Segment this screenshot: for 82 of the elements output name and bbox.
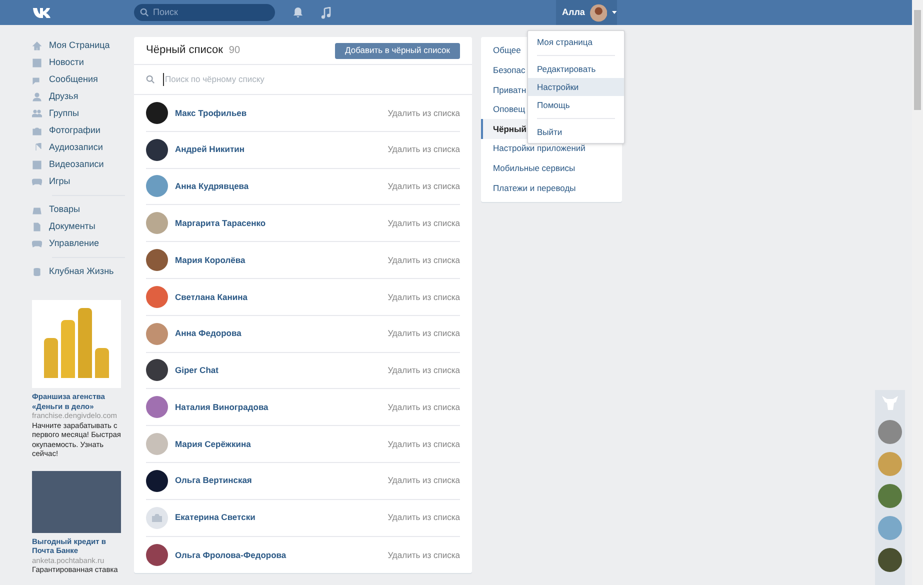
remove-link[interactable]: Удалить из списка [388, 254, 460, 266]
nav-link[interactable]: Моя Страница [49, 38, 110, 52]
nav-link[interactable]: Видеозаписи [49, 158, 104, 172]
user-name-link[interactable]: Анна Кудрявцева [175, 180, 381, 193]
user-name-link[interactable]: Макс Трофильев [175, 106, 381, 120]
count: 90 [228, 44, 240, 58]
search-icon [146, 75, 155, 84]
user-name-link[interactable]: Анна Федорова [175, 327, 381, 340]
nav-link[interactable]: Товары [49, 202, 80, 216]
remove-link[interactable]: Удалить из списка [388, 548, 460, 562]
user-name-link[interactable]: Андрей Никитин [175, 143, 381, 156]
people-icon [32, 108, 42, 118]
search-input[interactable]: Поиск [153, 6, 263, 20]
nav-link[interactable]: Клубная Жизнь [49, 264, 114, 278]
nav-link[interactable]: Группы [49, 106, 79, 120]
nav-link[interactable]: Игры [49, 174, 70, 188]
user-name-link[interactable]: Ольга Фролова-Федорова [175, 548, 381, 562]
add-to-blacklist-button[interactable]: Добавить в чёрный список [335, 42, 460, 58]
gamepad-icon [32, 238, 42, 248]
blacklist-search-input[interactable]: Поиск по чёрному списку [163, 73, 413, 86]
user-name-link[interactable]: Мария Серёжкина [175, 438, 381, 450]
document-icon [32, 222, 42, 232]
dropdown-item[interactable]: Настройки [528, 78, 624, 96]
profile-button[interactable]: Алла [556, 0, 617, 25]
dropdown-item[interactable]: Редактировать [528, 60, 624, 78]
avatar-placeholder[interactable] [146, 506, 168, 529]
settings-menu-item[interactable]: Мобильные сервисы [481, 158, 622, 178]
settings-menu-item[interactable]: Платежи и переводы [481, 178, 622, 198]
nav-link[interactable]: Управление [49, 236, 100, 250]
scrollbar-thumb[interactable] [914, 10, 921, 110]
house-icon [32, 40, 42, 50]
remove-link[interactable]: Удалить из списка [388, 143, 460, 156]
avatar[interactable] [146, 470, 168, 492]
avatar[interactable] [146, 359, 168, 382]
contact-avatar[interactable] [878, 484, 902, 508]
dropdown-item[interactable]: Моя страница [528, 33, 624, 51]
caret-icon [612, 11, 617, 14]
nav-link[interactable]: Новости [49, 56, 84, 70]
nav-link[interactable]: Сообщения [49, 72, 98, 86]
remove-link[interactable]: Удалить из списка [388, 400, 460, 414]
ad-image[interactable] [32, 300, 121, 388]
logo-icon[interactable] [33, 6, 53, 18]
remove-link[interactable]: Удалить из списка [388, 216, 460, 230]
avatar[interactable] [146, 544, 168, 566]
remove-link[interactable]: Удалить из списка [388, 474, 460, 488]
search-icon [140, 8, 149, 17]
blacklist-search-field[interactable]: Поиск по чёрному списку [134, 65, 472, 95]
nav-link[interactable]: Документы [49, 220, 96, 234]
remove-link[interactable]: Удалить из списка [388, 364, 460, 377]
remove-link[interactable]: Удалить из списка [388, 106, 460, 120]
user-name: Алла [562, 6, 585, 19]
avatar[interactable] [146, 138, 168, 161]
panel-title: Чёрный список [146, 43, 223, 58]
user-name-link[interactable]: Светлана Канина [175, 290, 381, 304]
remove-link[interactable]: Удалить из списка [388, 438, 460, 450]
user-name-link[interactable]: Наталия Виноградова [175, 400, 381, 414]
nav-link[interactable]: Аудиозаписи [49, 140, 103, 154]
user-name-link[interactable]: Ольга Вертинская [175, 474, 381, 488]
dropdown-item[interactable]: Помощь [528, 96, 624, 114]
remove-link[interactable]: Удалить из списка [388, 511, 460, 524]
bell-icon[interactable] [293, 7, 303, 18]
bag-icon [32, 204, 42, 214]
contact-avatar[interactable] [878, 420, 902, 444]
person-icon [32, 92, 42, 102]
user-name-link[interactable]: Екатерина Светски [175, 511, 381, 524]
remove-link[interactable]: Удалить из списка [388, 327, 460, 340]
nav-link[interactable]: Друзья [49, 90, 78, 104]
camera-icon [152, 514, 162, 522]
user-name-link[interactable]: Мария Королёва [175, 254, 381, 266]
remove-link[interactable]: Удалить из списка [388, 180, 460, 193]
user-name-link[interactable]: Giper Chat [175, 364, 381, 377]
user-name-link[interactable]: Маргарита Тарасенко [175, 216, 381, 230]
speech-bubble-icon [32, 74, 42, 84]
dropdown-item[interactable]: Выйти [528, 123, 624, 141]
gamepad-icon [32, 176, 42, 186]
contact-avatar[interactable] [878, 548, 902, 572]
search-field[interactable]: Поиск [134, 4, 275, 21]
remove-link[interactable]: Удалить из списка [388, 290, 460, 304]
avatar[interactable] [146, 102, 168, 124]
nav-link[interactable]: Фотографии [49, 124, 100, 138]
avatar-icon [590, 4, 608, 22]
camera-icon [32, 126, 42, 136]
